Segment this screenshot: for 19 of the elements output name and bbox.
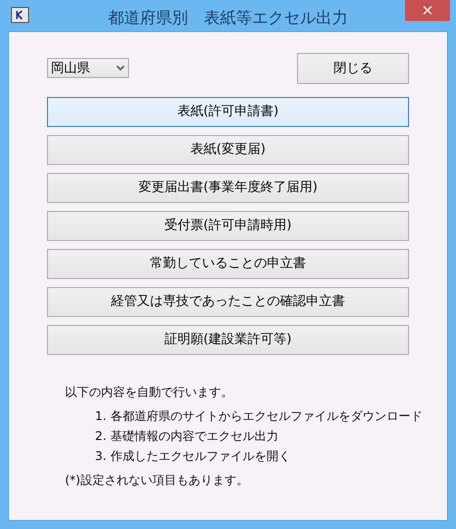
form-button[interactable]: 変更届出書(事業年度終了届用) — [47, 173, 409, 203]
note-text: (*)設定されない項目もあります。 — [65, 472, 250, 488]
step-text: 2. 基礎情報の内容でエクセル出力 — [95, 428, 278, 444]
prefecture-dropdown[interactable]: 岡山県 — [47, 58, 129, 78]
window-title: 都道府県別 表紙等エクセル出力 — [107, 7, 349, 29]
close-button[interactable]: × — [405, 0, 450, 21]
form-button[interactable]: 表紙(変更届) — [47, 135, 409, 165]
form-button[interactable]: 常勤していることの申立書 — [47, 249, 409, 279]
form-button[interactable]: 受付票(許可申請時用) — [47, 211, 409, 241]
step-text: 1. 各都道府県のサイトからエクセルファイルをダウンロード — [95, 408, 422, 424]
close-dialog-button[interactable]: 閉じる — [297, 53, 409, 84]
intro-text: 以下の内容を自動で行います。 — [65, 384, 234, 400]
form-button[interactable]: 表紙(許可申請書) — [47, 97, 409, 127]
form-button[interactable]: 経管又は専技であったことの確認申立書 — [47, 287, 409, 317]
app-icon — [11, 7, 29, 23]
form-button[interactable]: 証明願(建設業許可等) — [47, 325, 409, 355]
caret-icon — [116, 65, 125, 71]
step-text: 3. 作成したエクセルファイルを開く — [95, 448, 290, 464]
dropdown-value: 岡山県 — [51, 62, 90, 74]
